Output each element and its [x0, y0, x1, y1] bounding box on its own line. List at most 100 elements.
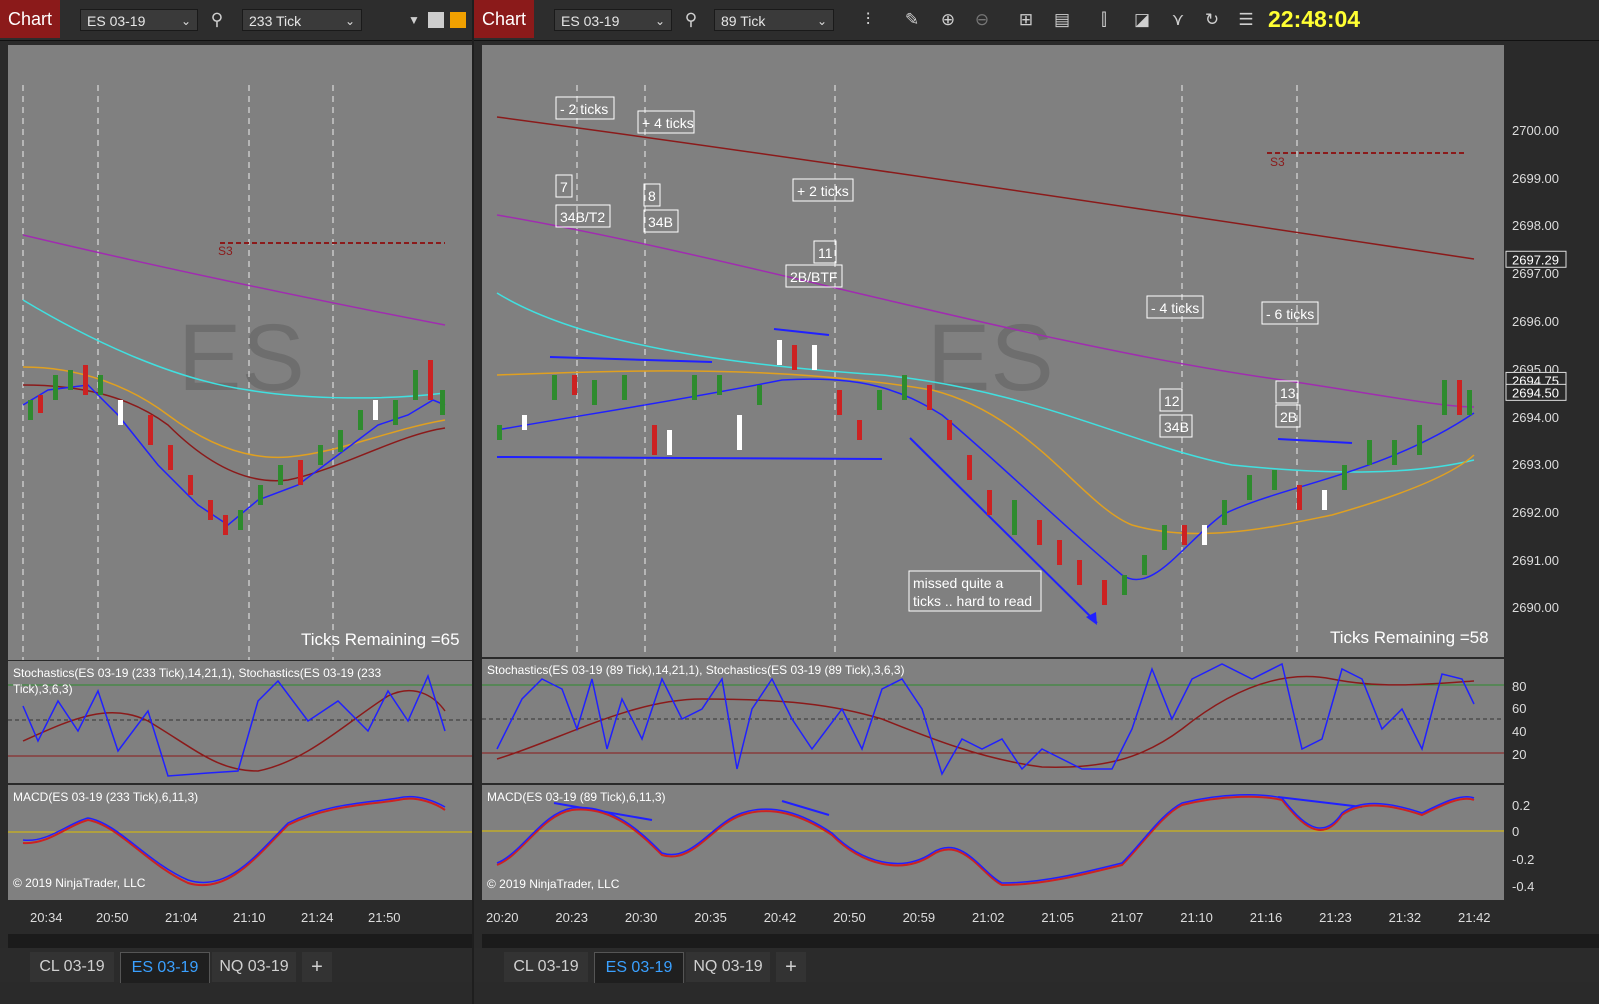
right-tab-es[interactable]: ES 03-19 — [594, 952, 684, 983]
left-add-tab-button[interactable]: + — [302, 952, 332, 982]
left-stochastics-panel[interactable]: Stochastics(ES 03-19 (233 Tick),14,21,1)… — [8, 661, 472, 783]
zoom-in-icon[interactable]: ⊕ — [936, 8, 960, 32]
right-time-label: 20:59 — [903, 910, 936, 925]
chevron-down-icon: ⌄ — [344, 14, 355, 28]
data-box-icon[interactable]: ▤ — [1050, 8, 1074, 32]
right-tab-cl[interactable]: CL 03-19 — [504, 952, 588, 982]
right-tab-nq[interactable]: NQ 03-19 — [686, 952, 770, 982]
left-interval-select[interactable]: 233 Tick ⌄ — [242, 9, 362, 31]
price-tag-text: 2694.50 — [1512, 385, 1559, 400]
annotation-text: 12 — [1164, 393, 1180, 409]
price-label: 2694.00 — [1512, 410, 1559, 425]
right-add-tab-button[interactable]: + — [776, 952, 806, 982]
right-interval-select[interactable]: 89 Tick ⌄ — [714, 9, 834, 31]
strategies-icon[interactable]: ⫿ — [1092, 8, 1116, 32]
left-price-panel[interactable]: ES S3 Ticks Remaining =65 — [8, 45, 472, 660]
properties-icon[interactable]: ◪ — [1130, 8, 1154, 32]
left-copyright: © 2019 NinjaTrader, LLC — [13, 876, 146, 890]
left-tab-es[interactable]: ES 03-19 — [120, 952, 210, 983]
left-time-label: 21:50 — [368, 910, 401, 925]
right-macd-panel[interactable]: MACD(ES 03-19 (89 Tick),6,11,3) © 2019 N… — [482, 785, 1599, 900]
price-label: 2693.00 — [1512, 457, 1559, 472]
price-label: 2700.00 — [1512, 123, 1559, 138]
right-instrument-select[interactable]: ES 03-19 ⌄ — [554, 9, 672, 31]
macd-axis-label: 0.2 — [1512, 798, 1530, 813]
macd-axis-label: -0.2 — [1512, 852, 1534, 867]
right-chart-menu-button[interactable]: Chart — [474, 0, 535, 38]
left-instrument-tabs: CL 03-19 ES 03-19 NQ 03-19 + — [0, 948, 472, 983]
left-scrollbar[interactable] — [8, 934, 472, 948]
left-toolbar: Chart ES 03-19 ⌄ ⚲ 233 Tick ⌄ ▼ — [0, 0, 472, 41]
search-icon[interactable]: ⚲ — [205, 8, 229, 32]
price-tag: 2697.29 — [1505, 250, 1567, 268]
right-time-label: 20:30 — [625, 910, 658, 925]
right-toolbar: Chart ES 03-19 ⌄ ⚲ 89 Tick ⌄ ⫶ ✎ ⊕ ⊖ ⊞ ▤ ⫿… — [474, 0, 1599, 41]
color-swatch-gray-icon[interactable] — [428, 12, 444, 28]
color-swatch-orange-icon[interactable] — [450, 12, 466, 28]
right-time-axis: 20:20 20:23 20:30 20:35 20:42 20:50 20:59 21:02… — [482, 902, 1599, 930]
left-time-label: 20:34 — [30, 910, 63, 925]
left-tab-cl[interactable]: CL 03-19 — [30, 952, 114, 982]
chart-trader-icon[interactable]: ☰ — [1234, 8, 1258, 32]
left-macd-panel[interactable]: MACD(ES 03-19 (233 Tick),6,11,3) © 2019 … — [8, 785, 472, 900]
annotation-text: 34B — [1164, 419, 1189, 435]
pencil-icon[interactable]: ✎ — [900, 8, 924, 32]
price-label: 2691.00 — [1512, 553, 1559, 568]
price-label: 2690.00 — [1512, 600, 1559, 615]
left-stoch-label: Stochastics(ES 03-19 (233 Tick),14,21,1)… — [13, 666, 382, 680]
right-stochastics-panel[interactable]: Stochastics(ES 03-19 (89 Tick),14,21,1),… — [482, 659, 1599, 783]
right-time-label: 21:23 — [1319, 910, 1352, 925]
search-icon[interactable]: ⚲ — [679, 8, 703, 32]
annotation-text: 11 — [818, 245, 833, 261]
left-chart-menu-button[interactable]: Chart — [0, 0, 61, 38]
chevron-down-icon: ⌄ — [816, 14, 827, 28]
macd-axis-label: 0 — [1512, 824, 1519, 839]
annotation-text: 2B — [1280, 409, 1297, 425]
left-time-label: 21:10 — [233, 910, 266, 925]
right-interval-value: 89 Tick — [721, 13, 766, 29]
annotation-text: - 6 ticks — [1266, 306, 1314, 322]
annotation-text: 7 — [560, 179, 568, 195]
chevron-down-icon: ⌄ — [180, 14, 191, 28]
right-time-label: 20:50 — [833, 910, 866, 925]
macd-axis-label: -0.4 — [1512, 879, 1534, 894]
right-instrument-tabs: CL 03-19 ES 03-19 NQ 03-19 + — [474, 948, 1599, 983]
chevron-down-icon: ⌄ — [654, 14, 665, 28]
stoch-axis-label: 60 — [1512, 701, 1526, 716]
right-stoch-label: Stochastics(ES 03-19 (89 Tick),14,21,1),… — [487, 663, 905, 677]
right-scrollbar[interactable] — [482, 934, 1599, 948]
bar-type-icon[interactable]: ⫶ — [856, 8, 880, 32]
annotation-text: + 2 ticks — [797, 183, 849, 199]
price-label: 2692.00 — [1512, 505, 1559, 520]
left-tab-nq[interactable]: NQ 03-19 — [212, 952, 296, 982]
reload-icon[interactable]: ↻ — [1200, 8, 1224, 32]
right-time-label: 20:20 — [486, 910, 519, 925]
price-tag-text: 2697.29 — [1512, 252, 1559, 267]
annotation-text: + 4 ticks — [642, 115, 694, 131]
right-watermark: ES — [927, 305, 1054, 411]
right-time-label: 20:23 — [555, 910, 588, 925]
annotation-text: missed quite a — [913, 575, 1003, 591]
right-time-label: 21:16 — [1250, 910, 1283, 925]
crosshair-icon[interactable]: ⊞ — [1014, 8, 1038, 32]
annotation-text: 34B — [648, 214, 673, 230]
annotation-text: 8 — [648, 188, 656, 204]
right-time-label: 21:02 — [972, 910, 1005, 925]
price-label: 2696.00 — [1512, 314, 1559, 329]
right-chart-window: Chart ES 03-19 ⌄ ⚲ 89 Tick ⌄ ⫶ ✎ ⊕ ⊖ ⊞ ▤ ⫿… — [474, 0, 1599, 1004]
dropdown-arrow-icon[interactable]: ▼ — [402, 8, 426, 32]
zoom-out-icon[interactable]: ⊖ — [970, 8, 994, 32]
clock: 22:48:04 — [1268, 6, 1361, 32]
indicators-icon[interactable]: ⋎ — [1166, 8, 1190, 32]
right-price-panel[interactable]: ES S3 - 2 ticks + 4 ticks 7 34B/T2 8 34B… — [482, 45, 1599, 657]
left-chart-window: Chart ES 03-19⌄ ⚲ 233 Tick⌄ ▼ ▭ᴿ□□⊷⊶⊷→—|… — [0, 0, 472, 1004]
left-instrument-select[interactable]: ES 03-19 ⌄ — [80, 9, 198, 31]
right-time-label: 21:10 — [1180, 910, 1213, 925]
left-time-label: 21:04 — [165, 910, 198, 925]
left-s3-label: S3 — [218, 244, 233, 258]
left-time-label: 21:24 — [301, 910, 334, 925]
annotation-text: - 4 ticks — [1151, 300, 1199, 316]
right-time-label: 21:32 — [1389, 910, 1422, 925]
left-ticks-remaining: Ticks Remaining =65 — [301, 630, 460, 649]
annotation-text: 34B/T2 — [560, 209, 605, 225]
